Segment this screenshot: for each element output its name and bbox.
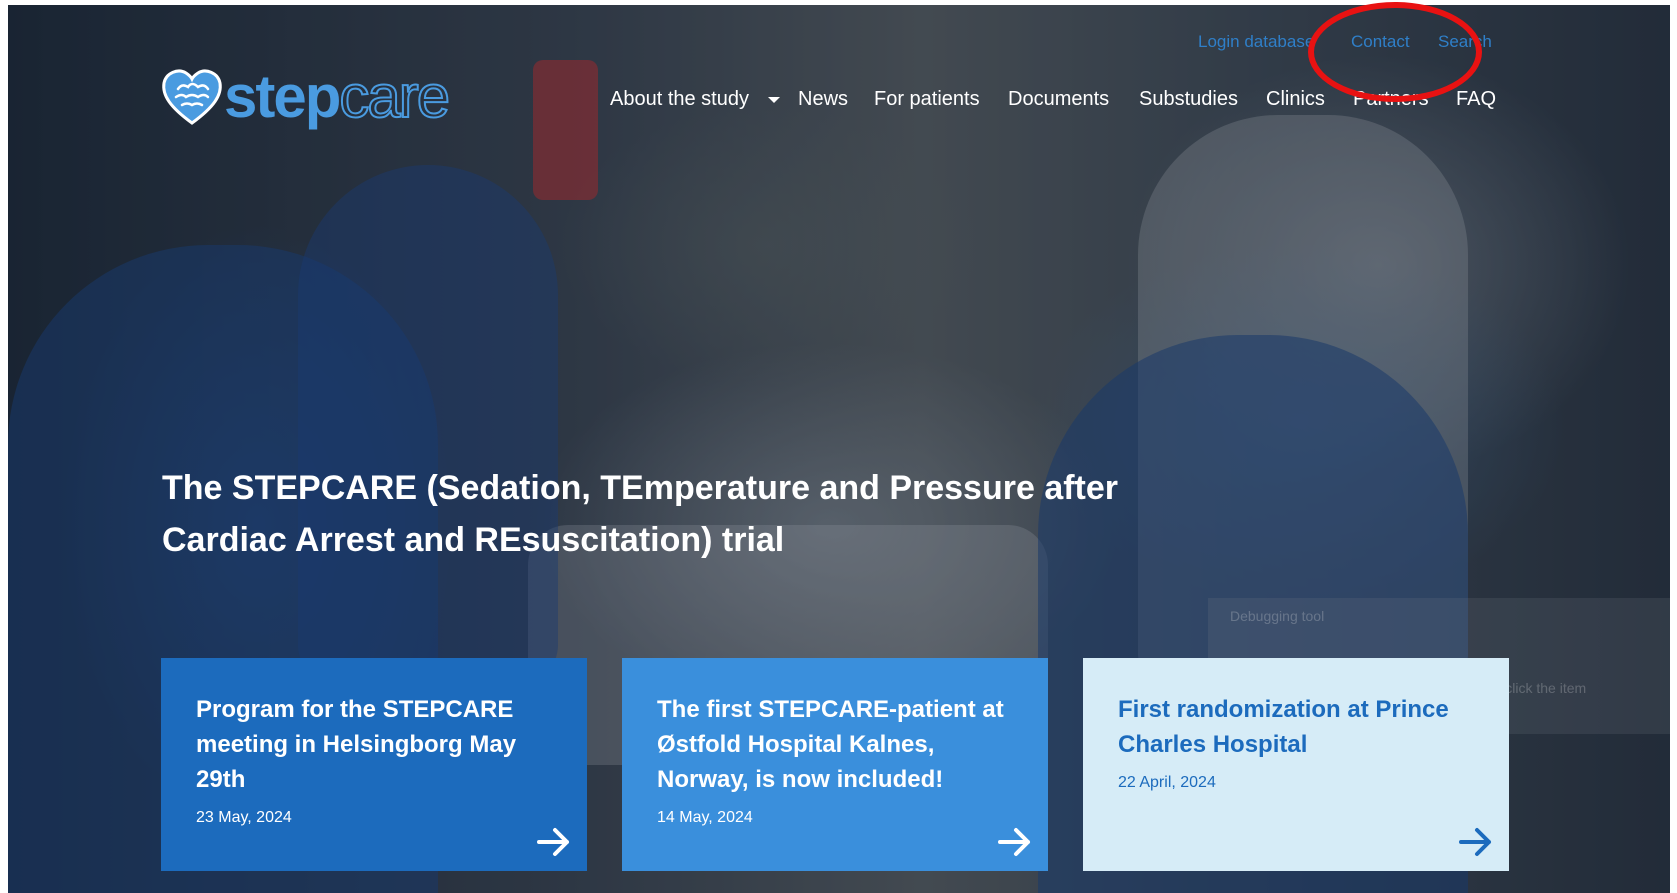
nav-faq[interactable]: FAQ [1456,88,1496,111]
nav-clinics[interactable]: Clinics [1266,88,1325,111]
login-database-link[interactable]: Login database [1198,32,1314,52]
news-card-date: 23 May, 2024 [196,809,292,826]
news-card-date: 22 April, 2024 [1118,774,1216,791]
annotation-circle [1308,2,1482,102]
debug-overlay-title: Debugging tool [1230,608,1325,624]
news-card[interactable]: The first STEPCARE-patient at Østfold Ho… [622,658,1048,871]
arrow-right-icon[interactable] [998,827,1032,857]
chevron-down-icon[interactable] [768,97,780,103]
nav-for-patients[interactable]: For patients [874,88,980,111]
hero-headline: The STEPCARE (Sedation, TEmperature and … [162,469,1119,559]
news-card-date: 14 May, 2024 [657,809,753,826]
news-card-title: The first STEPCARE-patient at Østfold Ho… [657,696,1004,793]
news-card[interactable]: Program for the STEPCARE meeting in Hels… [161,658,587,871]
nav-substudies[interactable]: Substudies [1139,88,1238,111]
nav-about-the-study[interactable]: About the study [610,88,749,111]
arrow-right-icon[interactable] [1459,827,1493,857]
logo-wordmark: stepcare [224,63,451,130]
arrow-right-icon[interactable] [537,827,571,857]
site-logo[interactable]: stepcare [160,62,451,132]
news-card[interactable]: First randomization at Prince Charles Ho… [1083,658,1509,871]
nav-news[interactable]: News [798,88,848,111]
news-card-title: Program for the STEPCARE meeting in Hels… [196,696,517,793]
nav-documents[interactable]: Documents [1008,88,1109,111]
news-card-title: First randomization at Prince Charles Ho… [1118,696,1449,758]
brain-heart-icon [162,69,222,125]
